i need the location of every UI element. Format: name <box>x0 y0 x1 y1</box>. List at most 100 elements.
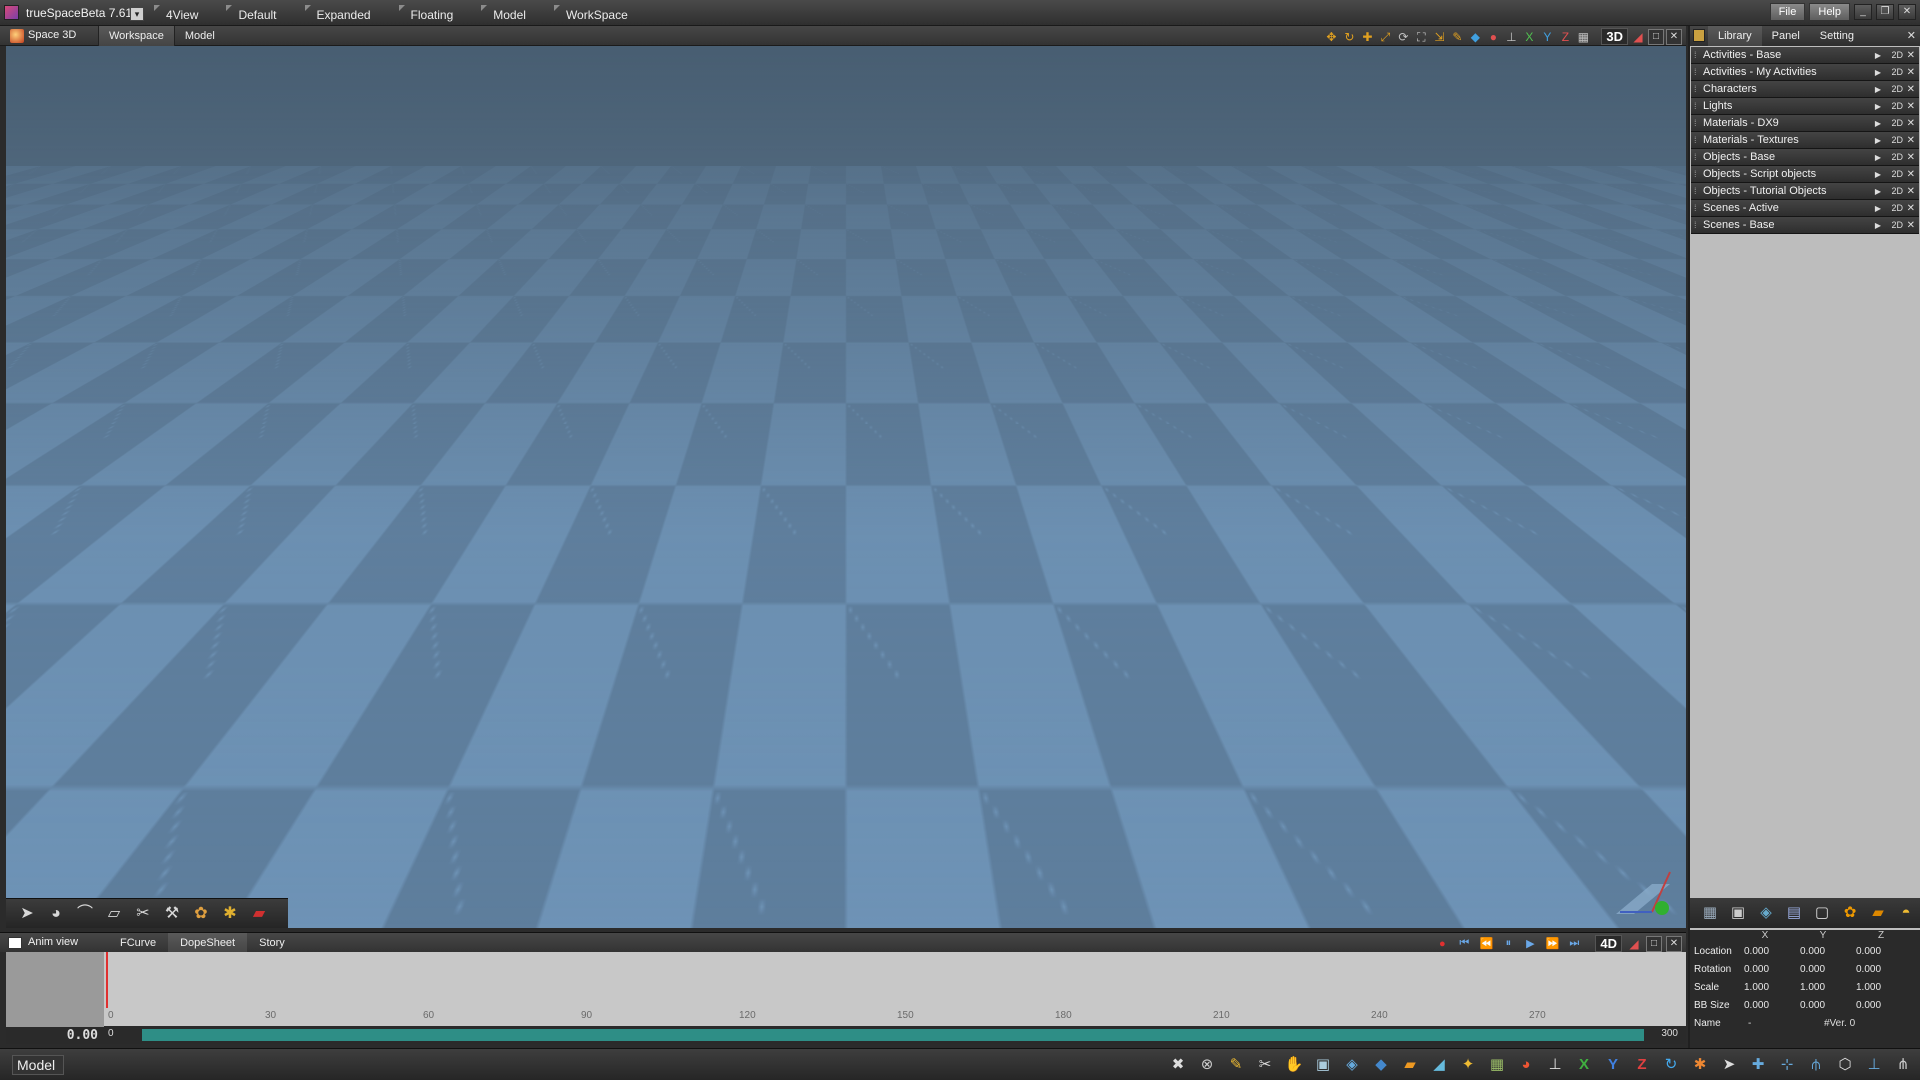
location-x-field[interactable]: 0.000 <box>1744 946 1800 957</box>
close-icon[interactable]: ✕ <box>1907 183 1915 200</box>
move-icon[interactable]: ✚ <box>1359 29 1375 45</box>
close-icon[interactable]: ✕ <box>1907 47 1915 64</box>
snap-icon[interactable]: ⊹ <box>1774 1053 1800 1077</box>
sweep-icon[interactable]: ◢ <box>1426 1053 1452 1077</box>
menu-item-default[interactable]: Default <box>222 0 300 26</box>
paint-icon[interactable]: ◕ <box>43 902 69 926</box>
expand-arrow-icon[interactable]: ▶ <box>1875 183 1881 200</box>
tab-workspace[interactable]: Workspace <box>98 26 174 46</box>
library-item[interactable]: ⁞ Materials - DX9 ▶ 2D ✕ <box>1691 115 1919 132</box>
maximize-view-icon[interactable]: □ <box>1648 28 1664 45</box>
restore-icon[interactable]: ❐ <box>1876 4 1894 20</box>
help-menu-button[interactable]: Help <box>1809 3 1850 21</box>
menu-item-expanded[interactable]: Expanded <box>301 0 395 26</box>
expand-arrow-icon[interactable]: ▶ <box>1875 81 1881 98</box>
axis-z-icon[interactable]: Z <box>1557 29 1573 45</box>
axis-x-icon[interactable]: X <box>1571 1053 1597 1077</box>
view-2d-button[interactable]: 2D <box>1891 115 1903 132</box>
name-field[interactable]: - <box>1744 1018 1824 1029</box>
range-slider[interactable] <box>142 1029 1644 1041</box>
record-icon[interactable]: ● <box>1433 938 1451 950</box>
view-2d-button[interactable]: 2D <box>1891 217 1903 234</box>
expand-arrow-icon[interactable]: ▶ <box>1875 47 1881 64</box>
library-item[interactable]: ⁞ Scenes - Active ▶ 2D ✕ <box>1691 200 1919 217</box>
scale-z-field[interactable]: 1.000 <box>1856 982 1912 993</box>
select-arrow-icon[interactable]: ➤ <box>14 902 40 926</box>
pivot-icon[interactable]: ⊥ <box>1503 29 1519 45</box>
fast-forward-icon[interactable]: ⏩ <box>1543 937 1561 950</box>
scene-icon[interactable]: ◈ <box>1754 901 1778 925</box>
view-2d-button[interactable]: 2D <box>1891 166 1903 183</box>
close-icon[interactable]: ✕ <box>1907 98 1915 115</box>
close-icon[interactable]: ✕ <box>1907 149 1915 166</box>
bbsize-x-field[interactable]: 0.000 <box>1744 1000 1800 1011</box>
deform-icon[interactable]: ⌒ <box>72 902 98 926</box>
clipboard-icon[interactable]: ▢ <box>1810 901 1834 925</box>
close-icon[interactable]: ✕ <box>1907 115 1915 132</box>
view-pen-icon[interactable]: ◢ <box>1630 29 1646 45</box>
tab-model[interactable]: Model <box>173 26 225 46</box>
view-2d-button[interactable]: 2D <box>1891 149 1903 166</box>
pause-icon[interactable]: ⏸ <box>1499 937 1517 950</box>
orbit-icon[interactable]: ⟳ <box>1395 29 1411 45</box>
go-end-icon[interactable]: ⏭ <box>1565 937 1583 950</box>
view-pen-icon[interactable]: ◢ <box>1626 936 1642 952</box>
menu-item-floating[interactable]: Floating <box>395 0 478 26</box>
axis-world-icon[interactable]: ⊥ <box>1861 1053 1887 1077</box>
library-item[interactable]: ⁞ Characters ▶ 2D ✕ <box>1691 81 1919 98</box>
expand-arrow-icon[interactable]: ▶ <box>1875 98 1881 115</box>
align-icon[interactable]: ⫛ <box>1803 1053 1829 1077</box>
rewind-icon[interactable]: ⏪ <box>1477 937 1495 950</box>
view-2d-button[interactable]: 2D <box>1891 132 1903 149</box>
library-item[interactable]: ⁞ Objects - Base ▶ 2D ✕ <box>1691 149 1919 166</box>
close-icon[interactable]: ✕ <box>1907 81 1915 98</box>
close-icon[interactable]: ✕ <box>1898 4 1916 20</box>
tree-icon[interactable]: ⋔ <box>1890 1053 1916 1077</box>
select-icon[interactable]: ➤ <box>1716 1053 1742 1077</box>
gizmo-icon[interactable]: ✚ <box>1745 1053 1771 1077</box>
play-icon[interactable]: ▶ <box>1521 937 1539 950</box>
bbsize-z-field[interactable]: 0.000 <box>1856 1000 1912 1011</box>
brush-icon[interactable]: ⚒ <box>159 902 185 926</box>
lock-icon[interactable]: ◓ <box>1894 901 1918 925</box>
tab-library[interactable]: Library <box>1708 26 1762 46</box>
library-item[interactable]: ⁞ Lights ▶ 2D ✕ <box>1691 98 1919 115</box>
maximize-view-icon[interactable]: □ <box>1646 935 1662 952</box>
close-panel-icon[interactable]: ✕ <box>1907 29 1916 42</box>
expand-arrow-icon[interactable]: ▶ <box>1875 217 1881 234</box>
go-start-icon[interactable]: ⏮ <box>1455 937 1473 950</box>
app-dropdown-button[interactable]: ▾ <box>130 7 144 21</box>
view-2d-button[interactable]: 2D <box>1891 81 1903 98</box>
cube-blue-icon[interactable]: ◆ <box>1368 1053 1394 1077</box>
cube-orange-icon[interactable]: ▰ <box>1397 1053 1423 1077</box>
menu-item-4view[interactable]: 4View <box>150 0 222 26</box>
pencil-icon[interactable]: ✎ <box>1223 1053 1249 1077</box>
menu-item-workspace[interactable]: WorkSpace <box>550 0 652 26</box>
monitor-icon[interactable]: ▣ <box>1726 901 1750 925</box>
close-icon[interactable]: ✕ <box>1907 132 1915 149</box>
library-item[interactable]: ⁞ Scenes - Base ▶ 2D ✕ <box>1691 217 1919 234</box>
mesh-icon[interactable]: ▦ <box>1484 1053 1510 1077</box>
close-view-icon[interactable]: ✕ <box>1666 28 1682 45</box>
frame-icon[interactable]: ▣ <box>1310 1053 1336 1077</box>
view-2d-button[interactable]: 2D <box>1891 98 1903 115</box>
timeline-ruler[interactable]: 0 30 60 90 120 150 180 210 240 270 <box>104 1008 1686 1026</box>
view-2d-button[interactable]: 2D <box>1891 183 1903 200</box>
box-select-icon[interactable]: ⬡ <box>1832 1053 1858 1077</box>
tab-panel[interactable]: Panel <box>1762 26 1810 46</box>
weld-icon[interactable]: ✖ <box>1165 1053 1191 1077</box>
expand-arrow-icon[interactable]: ▶ <box>1875 115 1881 132</box>
view-2d-button[interactable]: 2D <box>1891 200 1903 217</box>
view-2d-button[interactable]: 2D <box>1891 64 1903 81</box>
rotation-z-field[interactable]: 0.000 <box>1856 964 1912 975</box>
cut-icon[interactable]: ✂ <box>1252 1053 1278 1077</box>
hand-icon[interactable]: ✋ <box>1281 1053 1307 1077</box>
magnet-icon[interactable]: ⊗ <box>1194 1053 1220 1077</box>
scale-y-field[interactable]: 1.000 <box>1800 982 1856 993</box>
rotate-icon[interactable]: ↻ <box>1341 29 1357 45</box>
view-mode-4d[interactable]: 4D <box>1595 935 1622 952</box>
tab-dopesheet[interactable]: DopeSheet <box>168 933 248 953</box>
close-icon[interactable]: ✕ <box>1907 200 1915 217</box>
location-z-field[interactable]: 0.000 <box>1856 946 1912 957</box>
axis-x-icon[interactable]: X <box>1521 29 1537 45</box>
